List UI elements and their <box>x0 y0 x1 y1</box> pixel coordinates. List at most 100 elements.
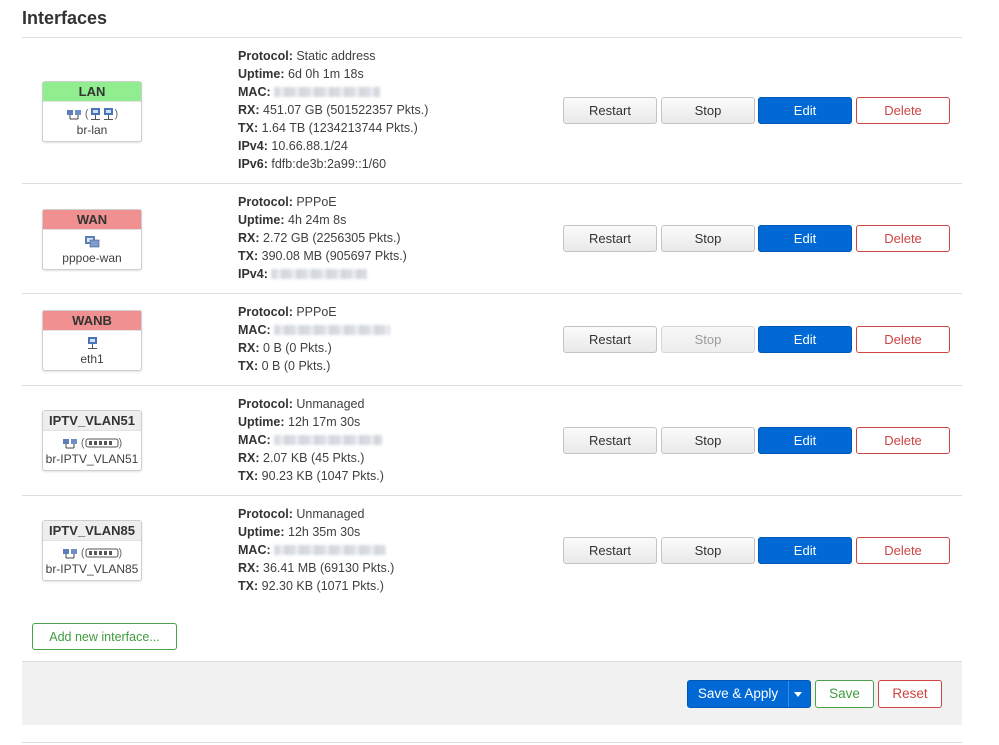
delete-button[interactable]: Delete <box>856 326 950 353</box>
rx-value: 36.41 MB (69130 Pkts.) <box>263 561 395 575</box>
label: MAC: <box>238 323 271 337</box>
label: RX: <box>238 561 260 575</box>
protocol-value: PPPoE <box>296 305 337 319</box>
paren-close: ) <box>118 437 123 449</box>
port-icon <box>103 108 113 121</box>
restart-button[interactable]: Restart <box>563 537 657 564</box>
device-name: br-lan <box>76 123 108 137</box>
label: MAC: <box>238 543 271 557</box>
bridge-icon <box>62 439 77 449</box>
label: Uptime: <box>238 415 285 429</box>
label: RX: <box>238 341 260 355</box>
label: Uptime: <box>238 525 285 539</box>
edit-button[interactable]: Edit <box>758 225 852 252</box>
save-button[interactable]: Save <box>815 680 874 708</box>
stop-button[interactable]: Stop <box>661 427 755 454</box>
label: Protocol: <box>238 195 293 209</box>
stop-button[interactable]: Stop <box>661 537 755 564</box>
interface-badge-lan: LAN () br-lan <box>42 81 142 142</box>
edit-button[interactable]: Edit <box>758 537 852 564</box>
interface-row-iptv-vlan85: IPTV_VLAN85 () br-IPTV_VLAN85 Protocol: … <box>22 496 962 605</box>
interface-status: Protocol: PPPoE Uptime: 4h 24m 8s RX: 2.… <box>238 193 407 283</box>
label: RX: <box>238 103 260 117</box>
device-icons: () <box>43 434 141 452</box>
delete-button[interactable]: Delete <box>856 225 950 252</box>
delete-button[interactable]: Delete <box>856 537 950 564</box>
page-title: Interfaces <box>22 8 108 28</box>
interface-status: Protocol: PPPoE MAC: RX: 0 B (0 Pkts.) T… <box>238 303 391 375</box>
label: Protocol: <box>238 305 293 319</box>
label: TX: <box>238 249 259 263</box>
restart-button[interactable]: Restart <box>563 97 657 124</box>
delete-button[interactable]: Delete <box>856 97 950 124</box>
mac-redacted <box>274 545 387 555</box>
interface-badge-wanb: WANB eth1 <box>42 310 142 371</box>
label: IPv4: <box>238 267 268 281</box>
interface-badge-iptv-vlan51: IPTV_VLAN51 () br-IPTV_VLAN51 <box>42 410 142 471</box>
edit-button[interactable]: Edit <box>758 427 852 454</box>
interface-status: Protocol: Unmanaged Uptime: 12h 35m 30s … <box>238 505 394 595</box>
label: Uptime: <box>238 67 285 81</box>
restart-button[interactable]: Restart <box>563 326 657 353</box>
tx-value: 1.64 TB (1234213744 Pkts.) <box>261 121 418 135</box>
stop-button[interactable]: Stop <box>661 97 755 124</box>
uptime-value: 12h 17m 30s <box>288 415 361 429</box>
footer-actions: Save & Apply Save Reset <box>22 661 962 725</box>
label: TX: <box>238 121 259 135</box>
label: TX: <box>238 579 259 593</box>
rx-value: 2.07 KB (45 Pkts.) <box>263 451 365 465</box>
device-icons <box>43 334 141 352</box>
label: Uptime: <box>238 213 285 227</box>
chevron-down-icon[interactable] <box>794 692 802 697</box>
uptime-value: 12h 35m 30s <box>288 525 361 539</box>
uptime-value: 4h 24m 8s <box>288 213 347 227</box>
interface-badge-wan: WAN pppoe-wan <box>42 209 142 270</box>
stop-button[interactable]: Stop <box>661 326 755 353</box>
interface-status: Protocol: Static address Uptime: 6d 0h 1… <box>238 47 428 173</box>
label: TX: <box>238 359 259 373</box>
device-icons: () <box>43 105 141 123</box>
device-name: eth1 <box>80 352 104 366</box>
label: RX: <box>238 451 260 465</box>
device-name: br-IPTV_VLAN51 <box>45 452 139 466</box>
protocol-value: Static address <box>296 49 376 63</box>
add-interface-button[interactable]: Add new interface... <box>32 623 177 650</box>
device-name: br-IPTV_VLAN85 <box>45 562 139 576</box>
mac-redacted <box>274 87 381 97</box>
rx-value: 2.72 GB (2256305 Pkts.) <box>263 231 401 245</box>
protocol-value: Unmanaged <box>296 397 365 411</box>
tunnel-icon <box>85 236 100 248</box>
divider <box>22 742 962 743</box>
device-icons: () <box>43 544 141 562</box>
ipv4-redacted <box>271 269 368 279</box>
label: MAC: <box>238 433 271 447</box>
interface-row-iptv-vlan51: IPTV_VLAN51 () br-IPTV_VLAN51 Protocol: … <box>22 386 962 495</box>
mac-redacted <box>274 325 391 335</box>
restart-button[interactable]: Restart <box>563 225 657 252</box>
device-name: pppoe-wan <box>62 251 122 265</box>
reset-button[interactable]: Reset <box>878 680 942 708</box>
delete-button[interactable]: Delete <box>856 427 950 454</box>
device-icons <box>43 233 141 251</box>
port-icon <box>87 337 97 350</box>
port-icon <box>90 108 100 121</box>
stop-button[interactable]: Stop <box>661 225 755 252</box>
save-apply-label: Save & Apply <box>697 686 779 701</box>
tx-value: 0 B (0 Pkts.) <box>261 359 331 373</box>
vlan-icon <box>85 438 119 448</box>
save-apply-button[interactable]: Save & Apply <box>687 680 811 708</box>
label: IPv6: <box>238 157 268 171</box>
interface-row-wan: WAN pppoe-wan Protocol: PPPoE Uptime: 4h… <box>22 184 962 293</box>
label: Protocol: <box>238 507 293 521</box>
restart-button[interactable]: Restart <box>563 427 657 454</box>
label: MAC: <box>238 85 271 99</box>
badge-title: IPTV_VLAN85 <box>43 521 141 541</box>
tx-value: 92.30 KB (1071 Pkts.) <box>261 579 384 593</box>
paren-close: ) <box>118 547 123 559</box>
edit-button[interactable]: Edit <box>758 326 852 353</box>
interface-row-lan: LAN () br-lan Protocol: Static address U… <box>22 38 962 183</box>
badge-title: IPTV_VLAN51 <box>43 411 141 431</box>
edit-button[interactable]: Edit <box>758 97 852 124</box>
tx-value: 390.08 MB (905697 Pkts.) <box>261 249 407 263</box>
badge-title: LAN <box>43 82 141 102</box>
